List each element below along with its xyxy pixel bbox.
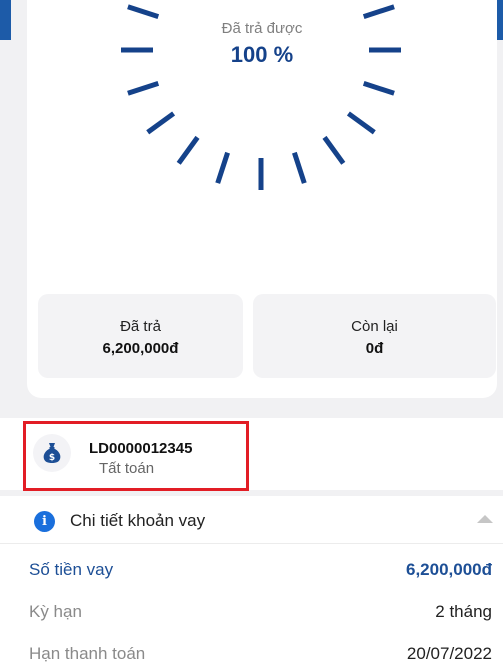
remaining-stat: Còn lại 0đ <box>253 294 496 378</box>
info-icon: i <box>34 511 55 532</box>
gauge-tick <box>362 81 395 96</box>
detail-value: 2 tháng <box>435 602 492 621</box>
detail-row-term: Kỳ hạn 2 tháng <box>0 602 503 642</box>
gauge-tick <box>127 4 160 19</box>
gauge-tick <box>176 135 200 165</box>
gauge-caption: Đã trả được <box>221 20 303 37</box>
highlight-box <box>23 421 249 491</box>
gauge-tick <box>127 81 160 96</box>
loan-details-header[interactable]: i Chi tiết khoản vay <box>0 496 503 544</box>
chevron-up-icon[interactable] <box>477 515 493 523</box>
loan-details-section: i Chi tiết khoản vay Số tiền vay 6,200,0… <box>0 496 503 666</box>
gauge-tick <box>146 111 176 135</box>
gauge-tick <box>362 4 395 19</box>
paid-stat: Đã trả 6,200,000đ <box>38 294 243 378</box>
detail-value: 20/07/2022 <box>406 644 492 663</box>
remaining-label: Còn lại <box>351 318 398 335</box>
header-accent-left <box>0 0 11 40</box>
gauge-percent: 100 % <box>230 42 294 67</box>
detail-row-loan-amount: Số tiền vay 6,200,000đ <box>0 560 503 600</box>
detail-value: 6,200,000đ <box>405 560 492 579</box>
loan-details-title: Chi tiết khoản vay <box>70 511 206 530</box>
repayment-summary-card: Đã trả được 100 % Đã trả 6,200,000đ Còn … <box>27 0 497 398</box>
paid-value: 6,200,000đ <box>102 340 179 357</box>
remaining-value: 0đ <box>365 340 384 357</box>
detail-row-due-date: Hạn thanh toán 20/07/2022 <box>0 644 503 666</box>
gauge-tick <box>215 151 230 184</box>
detail-label: Kỳ hạn <box>29 602 82 621</box>
gauge-tick <box>292 151 307 184</box>
detail-label: Số tiền vay <box>29 560 114 579</box>
detail-label: Hạn thanh toán <box>29 644 146 663</box>
gauge-tick <box>346 111 376 135</box>
gauge-tick <box>322 135 346 165</box>
paid-label: Đã trả <box>120 318 161 335</box>
